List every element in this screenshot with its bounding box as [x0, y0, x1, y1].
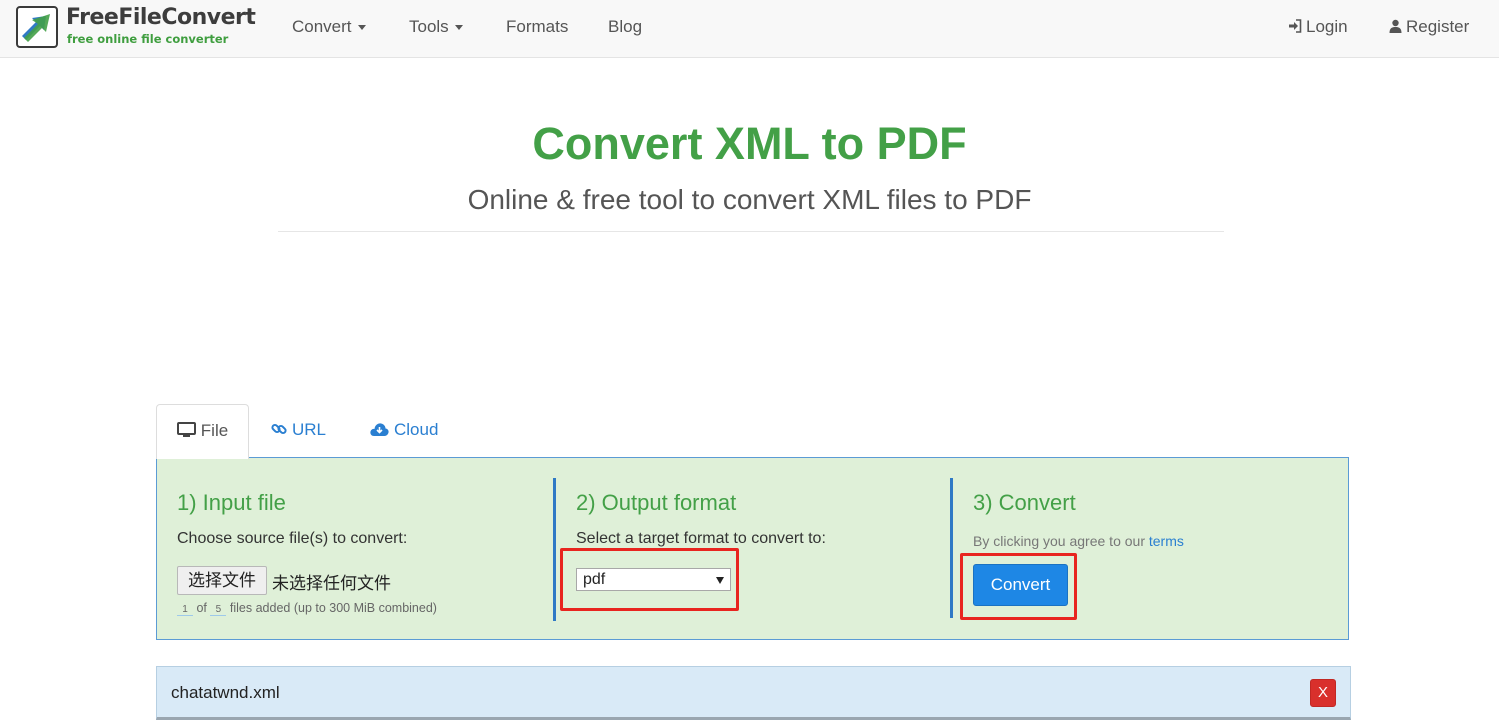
tab-cloud-label: Cloud	[394, 420, 439, 439]
tab-cloud[interactable]: Cloud	[370, 404, 438, 458]
output-format-select[interactable]: pdf	[576, 568, 731, 591]
brand-name: FreeFileConvert	[66, 5, 256, 30]
register-link[interactable]: Register	[1389, 17, 1469, 37]
step2-description: Select a target format to convert to:	[576, 530, 826, 547]
step1-title: 1) Input file	[177, 490, 286, 515]
logo-arrows-icon	[16, 6, 58, 48]
tab-file-label: File	[200, 421, 229, 440]
register-label: Register	[1406, 17, 1470, 36]
nav-formats-link[interactable]: Formats	[506, 17, 568, 37]
files-of-label: of	[196, 601, 207, 615]
cloud-download-icon	[370, 423, 389, 436]
step1-description: Choose source file(s) to convert:	[177, 530, 408, 547]
files-note: files added (up to 300 MiB combined)	[229, 601, 437, 615]
step-input-file: 1) Input file Choose source file(s) to c…	[157, 458, 553, 641]
nav-tools-dropdown[interactable]: Tools	[409, 17, 463, 37]
convert-button[interactable]: Convert	[973, 564, 1068, 606]
user-icon	[1389, 19, 1402, 33]
brand-tagline: free online file converter	[67, 32, 229, 46]
tab-file[interactable]: File	[156, 404, 249, 459]
nav-convert-label: Convert	[292, 17, 352, 36]
file-status-text: 未选择任何文件	[272, 574, 391, 593]
terms-agree-text: By clicking you agree to our	[973, 533, 1145, 549]
files-max-count: 5	[210, 604, 227, 616]
file-list-item: chatatwnd.xml X	[156, 666, 1351, 720]
file-name: chatatwnd.xml	[171, 683, 280, 702]
step2-title: 2) Output format	[576, 490, 737, 515]
chevron-down-icon	[357, 25, 366, 31]
terms-notice: By clicking you agree to our terms	[973, 533, 1184, 549]
page-subtitle: Online & free tool to convert XML files …	[467, 184, 1032, 215]
login-label: Login	[1306, 17, 1348, 36]
nav-blog-link[interactable]: Blog	[608, 17, 642, 37]
step-convert: 3) Convert By clicking you agree to our …	[950, 478, 1348, 618]
tab-url-label: URL	[292, 420, 327, 439]
converter-panel: 1) Input file Choose source file(s) to c…	[156, 457, 1349, 640]
page-title: Convert XML to PDF	[532, 118, 967, 169]
terms-link[interactable]: terms	[1149, 533, 1184, 549]
desktop-icon	[176, 422, 196, 437]
dropdown-arrow-icon	[716, 577, 724, 584]
remove-file-button[interactable]: X	[1310, 679, 1336, 707]
login-link[interactable]: Login	[1288, 17, 1348, 37]
tab-url[interactable]: URL	[271, 404, 326, 458]
selected-format: pdf	[583, 571, 606, 588]
choose-file-button[interactable]: 选择文件	[177, 566, 267, 595]
nav-convert-dropdown[interactable]: Convert	[292, 17, 366, 37]
divider	[278, 231, 1224, 232]
chevron-down-icon	[454, 25, 463, 31]
files-added-count: 1	[177, 604, 193, 616]
navbar: FreeFileConvert free online file convert…	[0, 0, 1499, 58]
nav-tools-label: Tools	[409, 17, 449, 36]
step3-title: 3) Convert	[973, 490, 1076, 515]
link-icon	[271, 423, 287, 435]
sign-in-icon	[1289, 19, 1302, 33]
brand-logo[interactable]: FreeFileConvert free online file convert…	[16, 5, 256, 50]
files-added-counter: 1 of 5 files added (up to 300 MiB combin…	[177, 601, 437, 616]
step-output-format: 2) Output format Select a target format …	[553, 478, 950, 621]
